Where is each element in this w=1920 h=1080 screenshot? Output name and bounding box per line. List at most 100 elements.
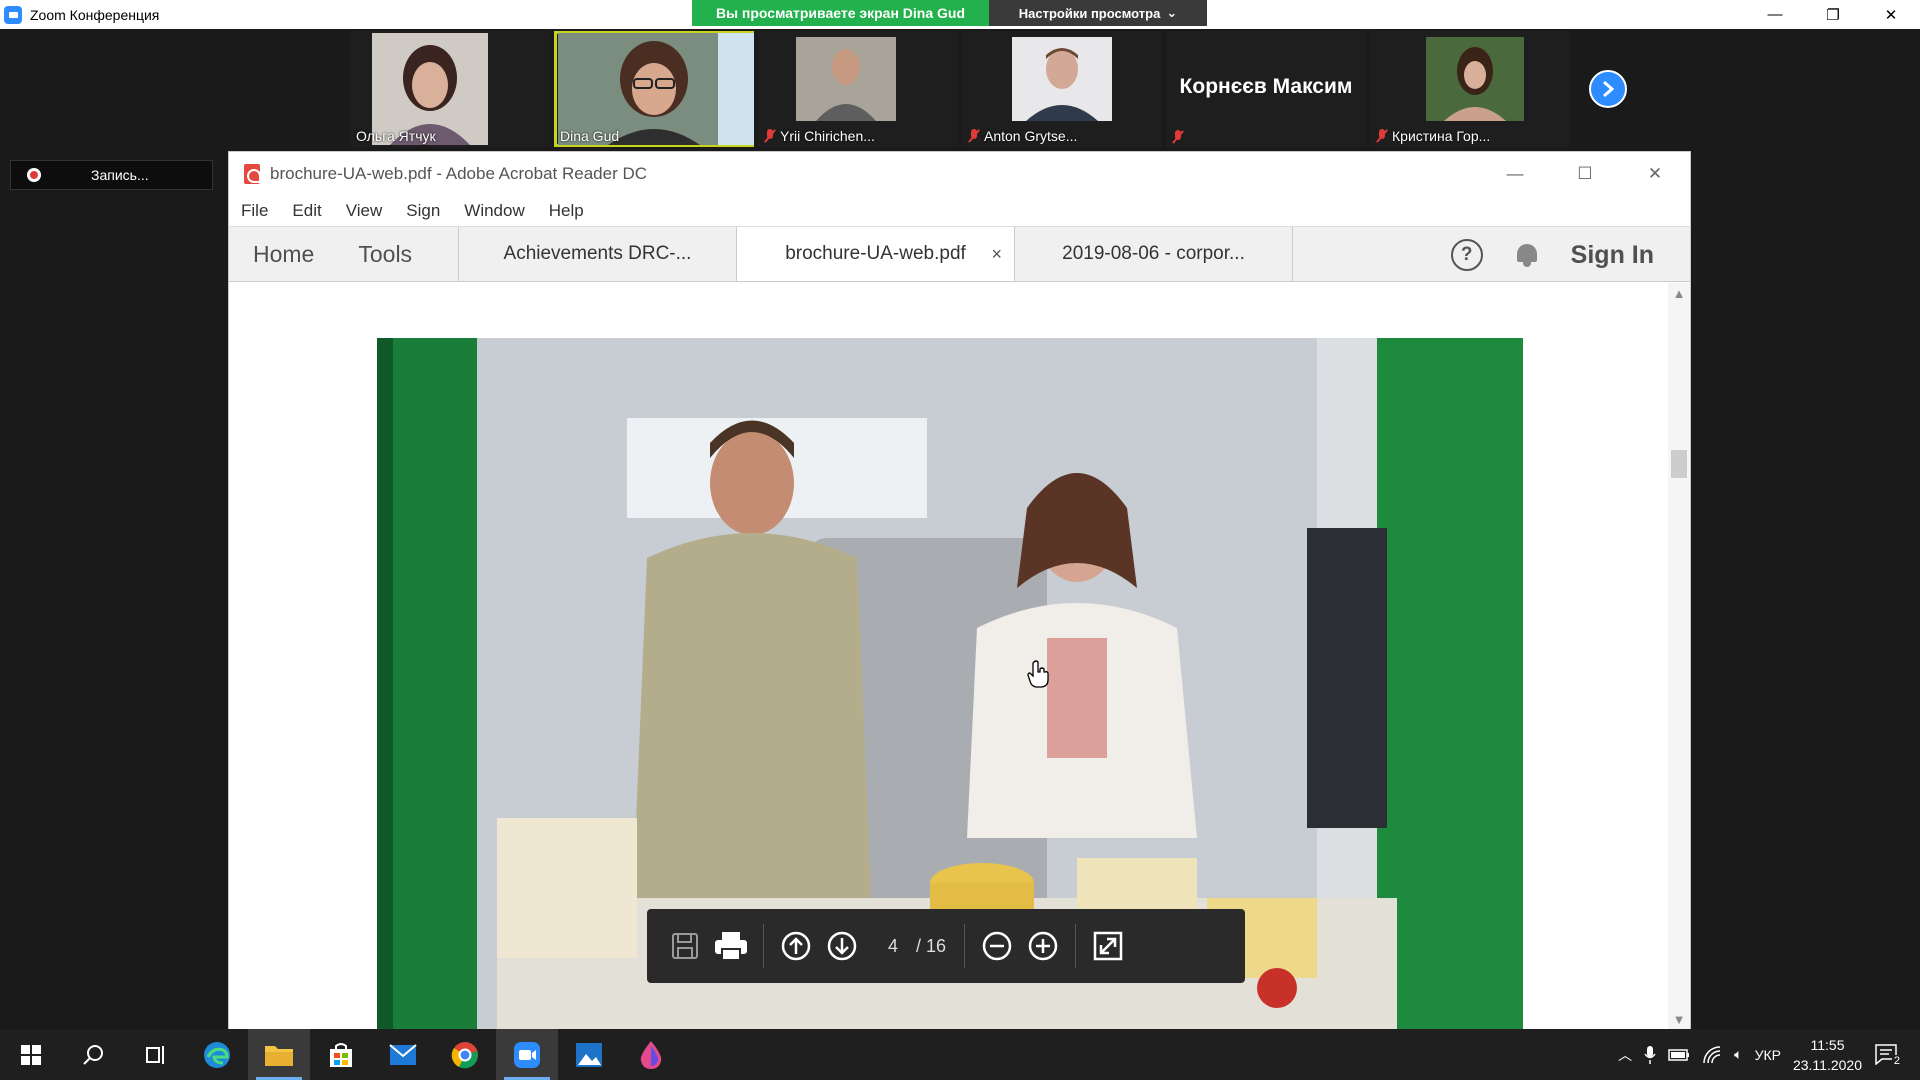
floating-toolbar: 4 / 16 <box>647 909 1245 983</box>
print-icon[interactable] <box>713 928 749 964</box>
wifi-icon[interactable] <box>1702 1045 1722 1064</box>
acrobat-maximize-button[interactable]: ☐ <box>1550 152 1620 196</box>
zoom-out-icon[interactable] <box>979 928 1015 964</box>
save-icon[interactable] <box>667 928 703 964</box>
view-settings-button[interactable]: Настройки просмотра ⌄ <box>989 0 1207 26</box>
taskbar-edge[interactable] <box>186 1029 248 1080</box>
clock[interactable]: 11:55 23.11.2020 <box>1793 1035 1862 1075</box>
restore-button[interactable]: ❐ <box>1804 0 1862 29</box>
next-participants-button[interactable] <box>1589 70 1627 108</box>
hand-cursor-icon <box>1027 660 1049 688</box>
acrobat-close-button[interactable]: ✕ <box>1620 152 1690 196</box>
tab-bar: Home Tools Achievements DRC-... brochure… <box>229 226 1690 282</box>
next-page-icon[interactable] <box>824 928 860 964</box>
battery-icon[interactable] <box>1668 1048 1690 1061</box>
page-number-input[interactable]: 4 <box>870 936 916 957</box>
mic-muted-icon <box>968 129 980 143</box>
chevron-down-icon: ⌄ <box>1166 5 1178 20</box>
menu-sign[interactable]: Sign <box>406 201 440 221</box>
notification-center-button[interactable]: 2 <box>1874 1043 1902 1067</box>
scroll-down-icon[interactable]: ▼ <box>1668 1009 1690 1029</box>
menu-file[interactable]: File <box>241 201 268 221</box>
document-tab[interactable]: 2019-08-06 - corpor... <box>1015 227 1293 281</box>
scroll-thumb[interactable] <box>1671 450 1687 478</box>
zoom-logo-icon <box>4 5 22 24</box>
previous-page-icon[interactable] <box>778 928 814 964</box>
acrobat-title: brochure-UA-web.pdf - Adobe Acrobat Read… <box>270 164 648 183</box>
toolbar-divider <box>763 924 764 968</box>
mic-muted-icon <box>1376 129 1388 143</box>
paint-drop-icon <box>640 1040 662 1069</box>
menu-view[interactable]: View <box>346 201 383 221</box>
acrobat-titlebar: brochure-UA-web.pdf - Adobe Acrobat Read… <box>229 152 1690 196</box>
document-tab-active[interactable]: brochure-UA-web.pdf × <box>737 227 1015 281</box>
task-view-button[interactable] <box>124 1029 186 1080</box>
mic-muted-icon <box>1172 130 1184 144</box>
microphone-icon[interactable] <box>1644 1045 1656 1065</box>
participant-tile[interactable]: Ольга Ятчук <box>350 31 550 147</box>
search-icon <box>83 1044 103 1065</box>
participant-tile[interactable]: Кристина Гор... <box>1370 31 1570 147</box>
menu-help[interactable]: Help <box>549 201 584 221</box>
volume-icon[interactable]: 🔈︎ <box>1734 1046 1742 1063</box>
participant-tile[interactable]: Корнєєв Максим <box>1166 31 1366 147</box>
bell-icon[interactable] <box>1515 242 1539 268</box>
chrome-icon <box>451 1041 478 1068</box>
recording-indicator[interactable]: Запись... <box>10 160 213 190</box>
close-button[interactable]: ✕ <box>1862 0 1920 29</box>
participant-video <box>796 37 896 121</box>
tab-tools[interactable]: Tools <box>358 241 412 268</box>
menu-window[interactable]: Window <box>464 201 524 221</box>
participant-name-large: Корнєєв Максим <box>1179 75 1353 98</box>
participant-tile-active[interactable]: Dina Gud <box>554 31 754 147</box>
taskbar-zoom[interactable] <box>496 1029 558 1080</box>
notification-count: 2 <box>1891 1054 1902 1067</box>
menu-edit[interactable]: Edit <box>292 201 321 221</box>
vertical-scrollbar[interactable]: ▲ ▼ <box>1668 283 1690 1029</box>
document-tab-label: brochure-UA-web.pdf <box>785 243 966 264</box>
viewing-screen-label: Вы просматриваете экран Dina Gud <box>692 0 989 26</box>
scroll-up-icon[interactable]: ▲ <box>1668 283 1690 303</box>
home-tools-group: Home Tools <box>229 227 459 281</box>
tab-home[interactable]: Home <box>253 241 314 268</box>
minimize-button[interactable]: — <box>1746 0 1804 29</box>
taskbar-photos[interactable] <box>558 1029 620 1080</box>
participant-name: Dina Gud <box>560 128 620 144</box>
acrobat-minimize-button[interactable]: — <box>1480 152 1550 196</box>
taskbar-chrome[interactable] <box>434 1029 496 1080</box>
record-icon <box>27 168 41 182</box>
acrobat-window-controls: — ☐ ✕ <box>1480 152 1690 196</box>
full-screen-icon[interactable] <box>1090 928 1126 964</box>
clock-time: 11:55 <box>1810 1036 1845 1053</box>
record-label: Запись... <box>91 167 149 183</box>
toolbar-divider <box>964 924 966 968</box>
close-tab-icon[interactable]: × <box>991 244 1002 265</box>
system-tray: ︿ 🔈︎ УКР 11:55 23.11.2020 2 <box>1618 1029 1920 1080</box>
start-button[interactable] <box>0 1029 62 1080</box>
document-tab[interactable]: Achievements DRC-... <box>459 227 737 281</box>
language-indicator[interactable]: УКР <box>1755 1047 1781 1063</box>
taskbar-mail[interactable] <box>372 1029 434 1080</box>
participant-name: Yrii Chirichen... <box>764 128 875 144</box>
document-tab-label: 2019-08-06 - corpor... <box>1062 243 1245 264</box>
tab-bar-actions: ? Sign In <box>1450 227 1654 283</box>
participant-strip: Ольга Ятчук Dina Gud Yrii Chirichen... A… <box>350 31 1570 147</box>
chevron-up-icon[interactable]: ︿ <box>1618 1045 1632 1065</box>
participant-tile[interactable]: Yrii Chirichen... <box>758 31 958 147</box>
sign-in-button[interactable]: Sign In <box>1571 241 1654 270</box>
mail-icon <box>389 1043 417 1065</box>
help-icon[interactable]: ? <box>1450 239 1483 271</box>
taskbar-store[interactable] <box>310 1029 372 1080</box>
share-banner: Вы просматриваете экран Dina Gud Настрой… <box>692 0 1207 26</box>
taskbar-paint[interactable] <box>620 1029 682 1080</box>
participant-tile[interactable]: Anton Grytse... <box>962 31 1162 147</box>
view-settings-label: Настройки просмотра <box>1018 5 1161 21</box>
participant-name: Anton Grytse... <box>968 128 1077 144</box>
zoom-in-icon[interactable] <box>1025 928 1061 964</box>
zoom-icon <box>514 1041 540 1068</box>
toolbar-divider <box>1075 924 1077 968</box>
search-button[interactable] <box>62 1029 124 1080</box>
window-controls: — ❐ ✕ <box>1746 0 1920 29</box>
mic-muted-icon <box>764 129 776 143</box>
taskbar-file-explorer[interactable] <box>248 1029 310 1080</box>
